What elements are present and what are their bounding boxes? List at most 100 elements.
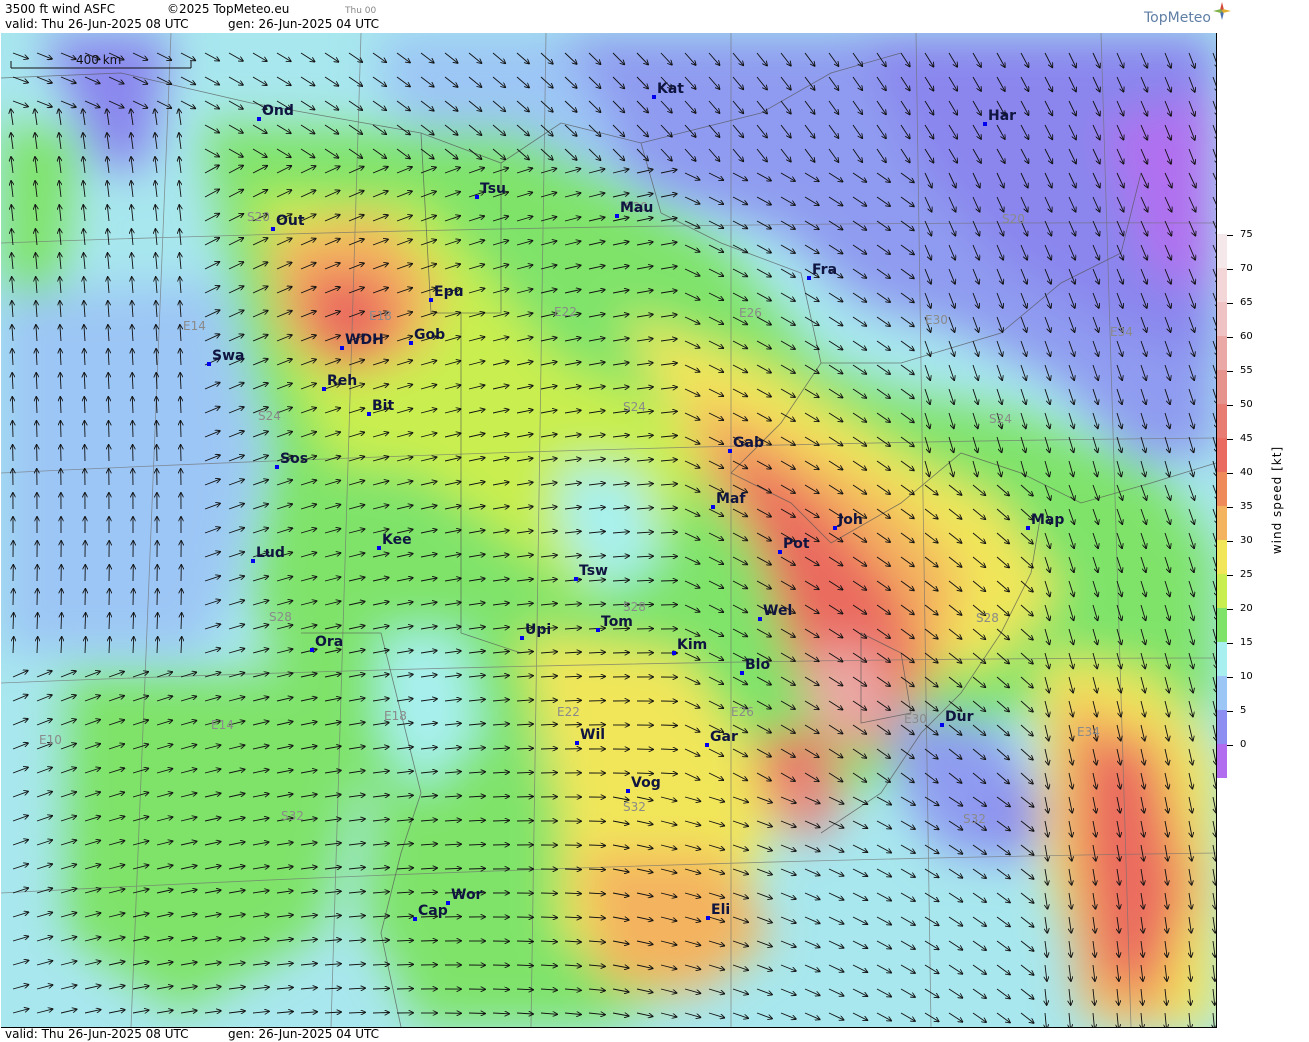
legend-tick-label: 40: [1227, 467, 1253, 478]
wind-arrow: [85, 421, 86, 438]
city-marker: [575, 741, 579, 745]
topmeteo-logo[interactable]: TopMeteo: [1144, 2, 1231, 26]
city-label: Sos: [280, 451, 308, 467]
city-label: Bit: [372, 398, 394, 414]
grid-label: E30: [925, 313, 948, 327]
grid-label: S24: [623, 400, 646, 414]
legend-color-segment: [1217, 744, 1227, 778]
wind-arrow: [13, 613, 14, 630]
grid-label: S28: [623, 600, 646, 614]
city-label: Out: [276, 213, 305, 229]
city-marker: [429, 298, 433, 302]
city-label: Tom: [601, 614, 633, 630]
wind-map[interactable]: 400 km S20 S20 S20 E14 E18 E22 E26 E30 E34 S24 S24…: [1, 33, 1217, 1028]
grid-label: E26: [731, 705, 754, 719]
city-marker: [367, 412, 371, 416]
wind-arrow: [372, 1013, 389, 1014]
grid-label: E30: [904, 712, 927, 726]
legend-tick-label: 30: [1227, 535, 1253, 546]
city-label: Wel: [763, 603, 792, 619]
city-marker: [740, 671, 744, 675]
wind-arrow: [85, 613, 86, 630]
city-label: Swa: [212, 348, 244, 364]
grid-label: E34: [1077, 725, 1100, 739]
grid-label: S28: [269, 610, 292, 624]
city-label: Vog: [631, 775, 661, 791]
legend-title: wind speed [kt]: [1270, 445, 1284, 555]
legend-color-segment: [1217, 268, 1227, 302]
legend-tick-label: 65: [1227, 297, 1253, 308]
copyright-text: ©2025 TopMeteo.eu: [167, 2, 290, 16]
wind-arrow: [61, 613, 62, 630]
city-label: Lud: [256, 545, 285, 561]
wind-arrow: [420, 941, 437, 942]
wind-arrow: [492, 989, 509, 990]
city-marker: [413, 917, 417, 921]
city-label: Map: [1031, 512, 1064, 528]
wind-arrow: [133, 421, 134, 438]
legend-tick-label: 10: [1227, 671, 1253, 682]
day-tag: Thu 00: [345, 6, 377, 16]
wind-arrow: [61, 421, 62, 438]
legend-tick-label: 75: [1227, 229, 1253, 240]
wind-arrow: [157, 613, 158, 630]
wind-arrow: [540, 748, 557, 749]
logo-text: TopMeteo: [1144, 10, 1211, 26]
wind-arrow: [588, 845, 605, 846]
city-marker: [626, 789, 630, 793]
legend-color-segment: [1217, 472, 1227, 506]
grid-label: E18: [369, 309, 392, 323]
city-label: Wil: [580, 727, 605, 743]
city-marker: [275, 465, 279, 469]
footer-generated-time: gen: 26-Jun-2025 04 UTC: [228, 1027, 380, 1041]
legend-color-segment: [1217, 370, 1227, 404]
legend-color-segment: [1217, 676, 1227, 710]
wind-arrow: [564, 869, 581, 870]
city-label: Gob: [414, 327, 445, 343]
city-marker: [340, 346, 344, 350]
grid-label: E34: [1110, 325, 1133, 339]
city-marker: [778, 550, 782, 554]
city-marker: [706, 916, 710, 920]
wind-arrow: [181, 421, 182, 438]
city-marker: [520, 636, 524, 640]
legend-tick-label: 35: [1227, 501, 1253, 512]
city-marker: [711, 505, 715, 509]
legend-color-segment: [1217, 438, 1227, 472]
city-marker: [728, 449, 732, 453]
city-label: Epu: [434, 284, 464, 300]
city-marker: [672, 651, 676, 655]
grid-label: S20: [247, 210, 270, 224]
city-marker: [758, 617, 762, 621]
legend-color-segment: [1217, 642, 1227, 676]
legend-tick-label: 70: [1227, 263, 1253, 274]
grid-label: E10: [39, 733, 62, 747]
city-label: Gab: [733, 435, 764, 451]
wind-arrow: [37, 421, 38, 438]
wind-arrow: [109, 613, 110, 630]
legend-color-segment: [1217, 540, 1227, 574]
wind-arrow: [157, 421, 158, 438]
city-marker: [310, 648, 314, 652]
city-label: Kim: [677, 637, 707, 653]
wind-arrow: [516, 941, 533, 942]
city-label: Har: [988, 108, 1016, 124]
city-label: Mau: [620, 200, 653, 216]
city-label: Ora: [315, 634, 343, 650]
footer-valid-time: valid: Thu 26-Jun-2025 08 UTC: [5, 1027, 189, 1041]
legend-tick-label: 50: [1227, 399, 1253, 410]
grid-label: S32: [963, 812, 986, 826]
legend-tick-label: 20: [1227, 603, 1253, 614]
city-label: Kat: [657, 81, 684, 97]
city-marker: [409, 341, 413, 345]
city-label: Tsw: [579, 563, 608, 579]
city-marker: [257, 117, 261, 121]
city-marker: [652, 95, 656, 99]
wind-arrow: [588, 676, 605, 677]
city-label: Joh: [837, 512, 863, 528]
legend-color-segment: [1217, 574, 1227, 608]
city-label: Reh: [327, 373, 357, 389]
city-marker: [807, 276, 811, 280]
city-label: Wor: [451, 887, 483, 903]
legend-tick-label: 55: [1227, 365, 1253, 376]
